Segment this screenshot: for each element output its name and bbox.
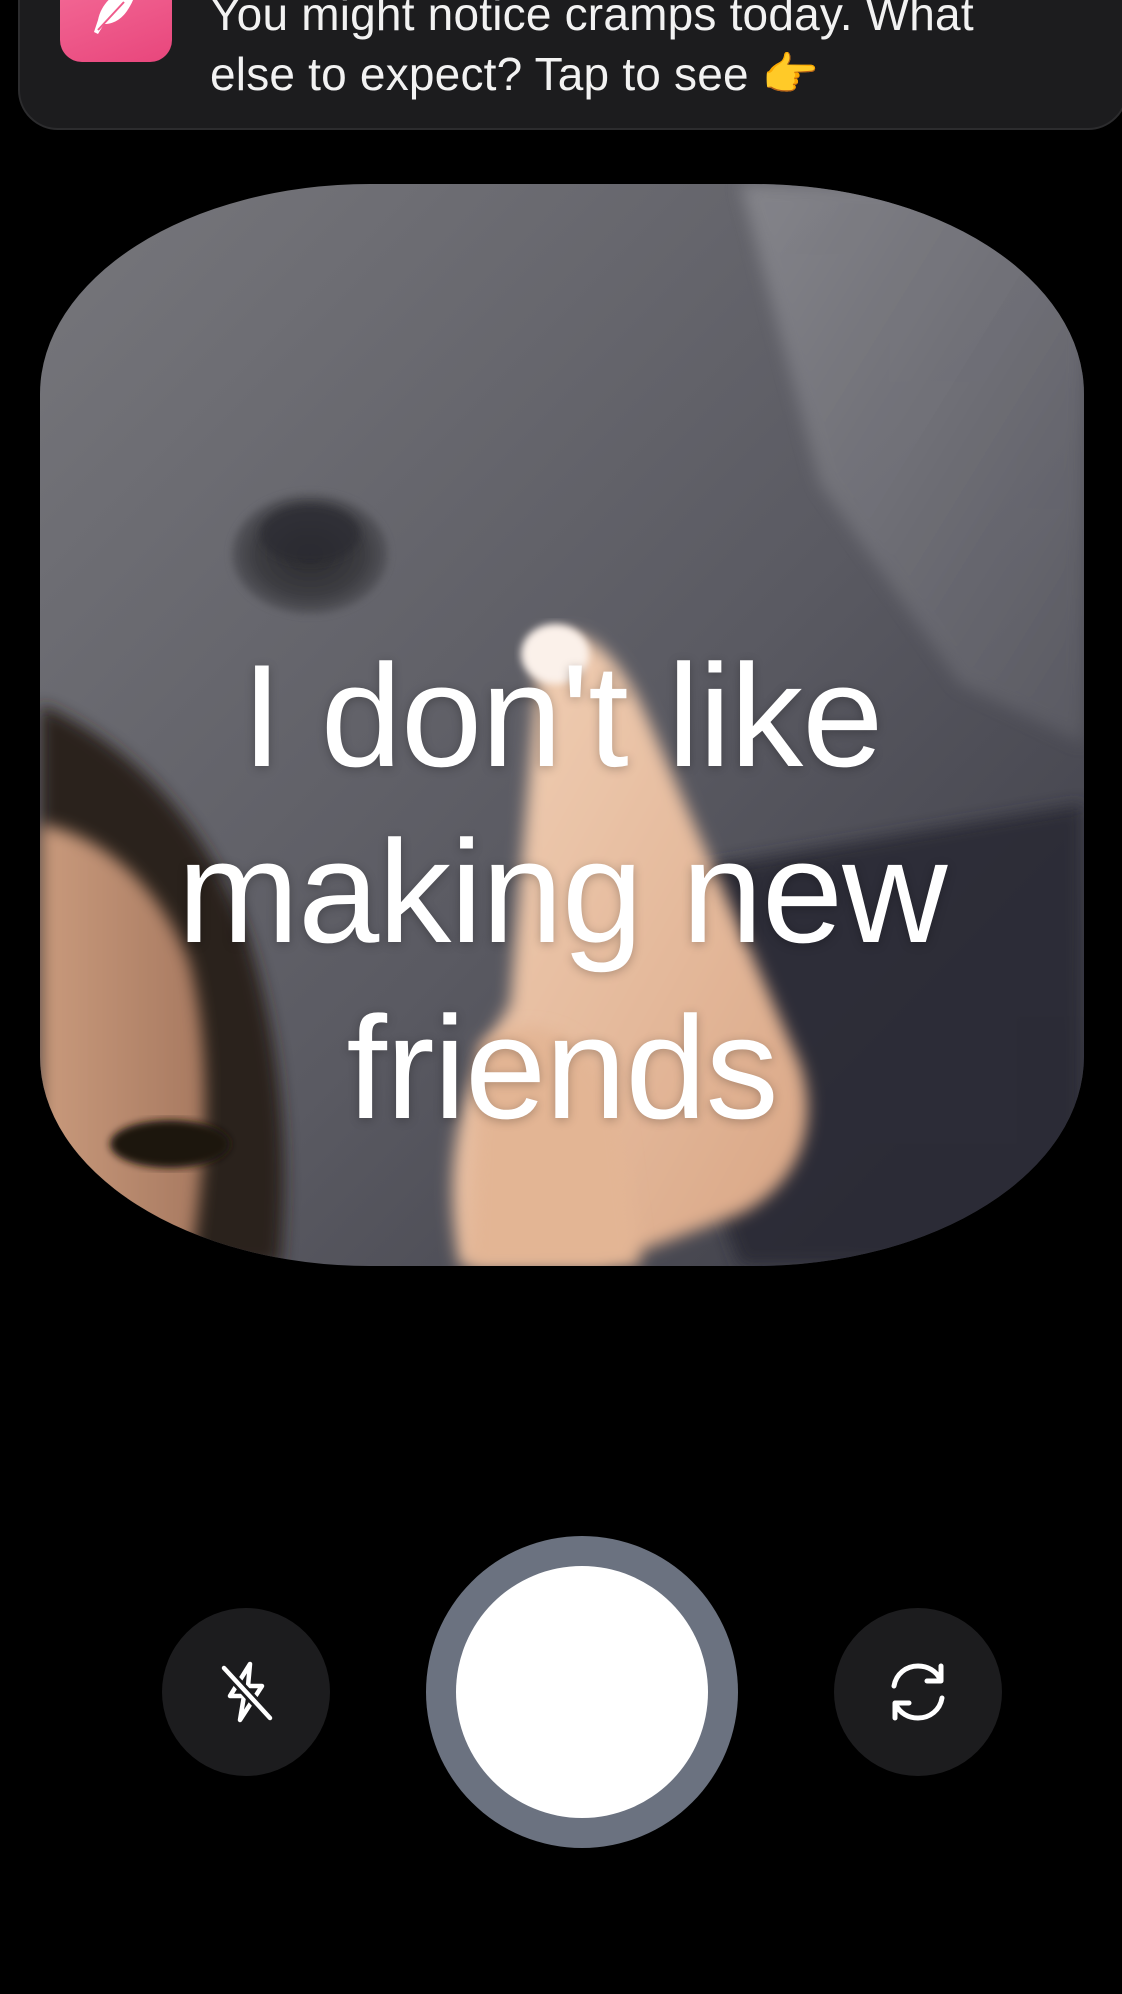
prompt-line-2: making new (177, 810, 947, 973)
flip-camera-button[interactable] (834, 1608, 1002, 1776)
notification-line-2: else to expect? Tap to see 👉 (210, 48, 820, 100)
camera-flip-icon (891, 1663, 945, 1721)
notification-banner[interactable]: You might notice cramps today. What else… (18, 0, 1122, 130)
camera-viewfinder[interactable]: I don't like making new friends (40, 184, 1084, 1266)
feather-icon (60, 0, 172, 62)
notification-line-1: You might notice cramps today. What (210, 0, 974, 40)
flash-toggle-button[interactable] (162, 1608, 330, 1776)
prompt-line-3: friends (346, 986, 778, 1149)
notification-text: You might notice cramps today. What else… (210, 0, 1110, 104)
flash-off-icon (219, 1661, 275, 1723)
shutter-button[interactable] (426, 1536, 738, 1848)
shutter-icon (456, 1566, 708, 1818)
prompt-text: I don't like making new friends (40, 628, 1084, 1156)
prompt-line-1: I don't like (241, 634, 884, 797)
camera-screen: You might notice cramps today. What else… (0, 0, 1122, 1994)
